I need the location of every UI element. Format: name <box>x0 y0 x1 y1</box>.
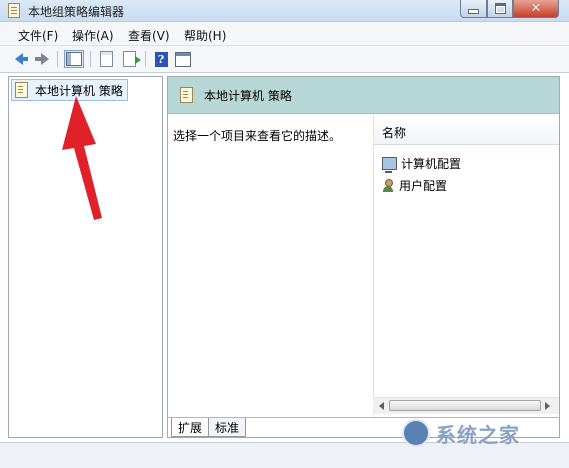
item-list: 名称 计算机配置 用户配置 <box>373 114 559 417</box>
horizontal-scrollbar[interactable] <box>373 397 559 414</box>
help-icon: ? <box>154 51 168 67</box>
tab-standard[interactable]: 标准 <box>208 418 247 437</box>
minimize-icon <box>468 9 479 14</box>
close-button[interactable]: ✕ <box>513 0 559 18</box>
column-header-label: 名称 <box>382 126 407 140</box>
details-header: 本地计算机 策略 <box>168 77 559 114</box>
toolbar: ? <box>0 46 569 73</box>
tab-extended[interactable]: 扩展 <box>171 418 210 437</box>
user-icon <box>382 178 394 192</box>
policy-document-icon <box>8 3 20 18</box>
scrollbar-thumb[interactable] <box>389 400 541 411</box>
menu-file[interactable]: 文件(F) <box>18 27 58 44</box>
window-title: 本地组策略编辑器 <box>28 5 125 19</box>
forward-arrow-icon <box>35 53 49 65</box>
red-annotation-arrow <box>62 96 102 220</box>
scroll-right-icon[interactable] <box>545 402 550 410</box>
toolbar-separator <box>90 51 91 67</box>
export-list-button[interactable] <box>119 50 141 68</box>
list-item-computer-config[interactable]: 计算机配置 <box>382 154 462 173</box>
watermark-logo-icon <box>402 419 430 447</box>
menu-help[interactable]: 帮助(H) <box>184 27 226 44</box>
menu-view[interactable]: 查看(V) <box>128 27 170 44</box>
title-bar: 本地组策略编辑器 ✕ <box>0 0 569 22</box>
toolbar-separator <box>145 51 146 67</box>
page-button[interactable] <box>96 50 116 68</box>
minimize-button[interactable] <box>460 0 487 18</box>
forward-button[interactable] <box>32 50 52 68</box>
page-icon <box>99 51 113 67</box>
policy-document-icon <box>180 87 193 103</box>
watermark: 系统之家 <box>402 417 562 449</box>
maximize-icon <box>494 3 506 14</box>
help-button[interactable]: ? <box>151 50 171 68</box>
description-text: 选择一个项目来查看它的描述。 <box>173 129 342 143</box>
show-hide-tree-button[interactable] <box>64 50 84 68</box>
close-icon: ✕ <box>530 1 542 16</box>
back-arrow-icon <box>15 53 28 65</box>
column-header-name[interactable]: 名称 <box>374 121 559 145</box>
show-tree-icon <box>66 52 82 66</box>
policy-document-icon <box>15 82 28 98</box>
back-button[interactable] <box>9 50 29 68</box>
list-item-user-config[interactable]: 用户配置 <box>382 176 447 194</box>
list-item-label: 用户配置 <box>399 178 448 193</box>
computer-icon <box>382 156 397 173</box>
properties-button[interactable] <box>173 50 193 68</box>
scroll-left-icon[interactable] <box>379 402 384 410</box>
properties-icon <box>175 51 191 67</box>
details-header-title: 本地计算机 策略 <box>204 88 292 103</box>
details-pane: 本地计算机 策略 选择一个项目来查看它的描述。 名称 计算机配置 用户配置 扩展… <box>167 76 560 438</box>
list-item-label: 计算机配置 <box>401 156 462 171</box>
menu-action[interactable]: 操作(A) <box>72 27 114 44</box>
menu-bar: 文件(F) 操作(A) 查看(V) 帮助(H) <box>0 22 569 46</box>
export-list-icon <box>122 51 141 67</box>
maximize-button[interactable] <box>487 0 513 18</box>
watermark-text: 系统之家 <box>436 422 520 447</box>
toolbar-separator <box>57 51 58 67</box>
